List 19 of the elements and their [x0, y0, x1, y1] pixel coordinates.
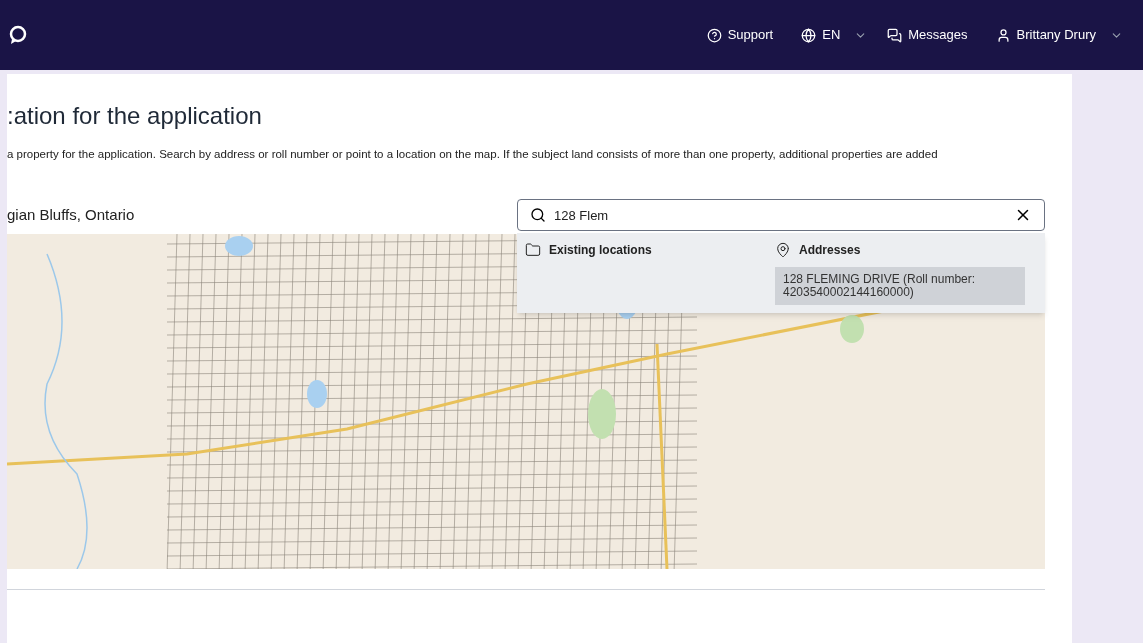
municipality-label: gian Bluffs, Ontario: [7, 205, 136, 225]
logo-icon: [8, 25, 28, 45]
messages-icon: [887, 27, 903, 43]
help-icon: [706, 27, 722, 43]
address-suggestion[interactable]: 128 FLEMING DRIVE (Roll number: 4203540002144160000): [775, 267, 1025, 306]
search-field[interactable]: 128 Flem: [517, 199, 1045, 232]
search-icon: [530, 207, 546, 224]
folder-icon: [525, 242, 541, 259]
group-heading: Existing locations: [525, 241, 775, 260]
globe-icon: [801, 27, 817, 43]
language-menu[interactable]: EN: [801, 25, 868, 45]
support-link[interactable]: Support: [706, 25, 774, 45]
group-heading: Addresses: [775, 241, 1025, 260]
page-title: :ation for the application: [7, 101, 263, 131]
messages-link[interactable]: Messages: [887, 25, 968, 45]
user-menu[interactable]: Brittany Drury: [995, 25, 1123, 45]
page-description: a property for the application. Search by address or roll number or point to a location on the map. If the subject land consists of more than one property, additional properties are added: [7, 147, 939, 162]
user-icon: [995, 27, 1011, 43]
pin-icon: [775, 242, 791, 259]
